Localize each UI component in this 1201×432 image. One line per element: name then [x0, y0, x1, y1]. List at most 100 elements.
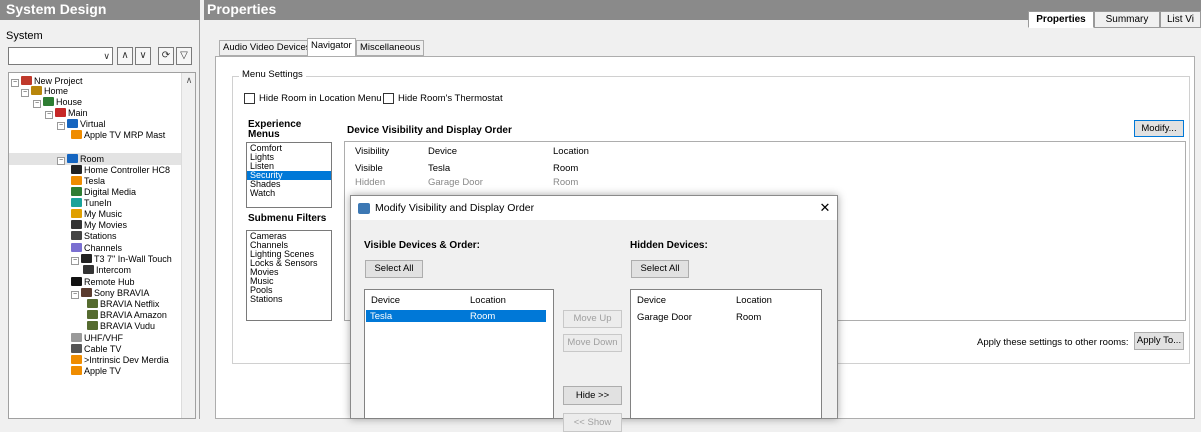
tab-audio-video-devices[interactable]: Audio Video Devices: [219, 40, 315, 56]
tree-item-label: UHF/VHF: [84, 333, 123, 343]
show-button[interactable]: << Show: [563, 413, 622, 432]
column-header-visibility[interactable]: Visibility: [355, 146, 389, 157]
select-all-hidden-button[interactable]: Select All: [631, 260, 689, 278]
tree-item[interactable]: Stations: [71, 230, 117, 242]
collapse-icon[interactable]: −: [71, 291, 79, 299]
tree-item-label: Remote Hub: [84, 277, 135, 287]
driver-icon: [71, 355, 82, 364]
stations-icon: [71, 231, 82, 240]
tree-item-label: Home: [44, 86, 69, 96]
tree-item-label: Apple TV MRP Mast: [84, 130, 166, 140]
move-down-button[interactable]: Move Down: [563, 334, 622, 352]
tree-item[interactable]: Apple TV: [71, 365, 121, 377]
floor-icon: [55, 108, 66, 117]
hide-room-label: Hide Room in Location Menu: [259, 93, 382, 104]
row-visibility: Hidden: [355, 177, 386, 188]
submenu-filters-list[interactable]: Cameras Channels Lighting Scenes Locks & Se…: [246, 230, 332, 321]
close-icon[interactable]: ✕: [817, 200, 833, 216]
app-icon: [358, 203, 370, 214]
tree-item-label: Channels: [84, 243, 123, 253]
experience-menus-list[interactable]: Comfort Lights Listen Security Shades Watch: [246, 142, 332, 208]
tree-item-label: House: [56, 97, 83, 107]
up-button[interactable]: ∧: [117, 47, 133, 65]
app-icon: [87, 321, 98, 330]
collapse-icon[interactable]: −: [57, 157, 65, 165]
list-item[interactable]: Stations: [247, 295, 331, 304]
tree-item-label: Sony BRAVIA: [94, 288, 150, 298]
tree-item-label: >Intrinsic Dev Merdia: [84, 355, 169, 365]
tree-item-label: BRAVIA Vudu: [100, 321, 156, 331]
movies-icon: [71, 220, 82, 229]
visible-row-device: Tesla: [370, 311, 393, 322]
list-item[interactable]: [366, 310, 546, 322]
hidden-devices-label: Hidden Devices:: [630, 240, 708, 251]
list-item[interactable]: Watch: [247, 189, 331, 198]
filter-button[interactable]: ▽: [176, 47, 192, 65]
room-icon: [67, 154, 78, 163]
tree-item-label: TuneIn: [84, 198, 112, 208]
hide-button[interactable]: Hide >>: [563, 386, 622, 405]
tree-item-label: Room: [80, 154, 105, 164]
menu-settings-label: Menu Settings: [239, 69, 306, 80]
select-all-visible-button[interactable]: Select All: [365, 260, 423, 278]
apply-label: Apply these settings to other rooms:: [977, 337, 1129, 348]
hide-thermostat-label: Hide Room's Thermostat: [398, 93, 503, 104]
down-button[interactable]: ∨: [135, 47, 151, 65]
column-header-device[interactable]: Device: [428, 146, 457, 157]
system-tree[interactable]: − New Project − Home − House − Main − Virtual Appl…: [8, 72, 196, 419]
visible-column-device[interactable]: Device: [371, 295, 400, 306]
row-device: Tesla: [428, 163, 451, 174]
modify-button[interactable]: Modify...: [1134, 120, 1184, 137]
collapse-icon[interactable]: −: [11, 79, 19, 87]
tree-item-label: My Music: [84, 209, 122, 219]
collapse-icon[interactable]: −: [33, 100, 41, 108]
tree-item[interactable]: Intercom: [83, 264, 131, 276]
visible-devices-list[interactable]: [364, 289, 554, 419]
tab-properties[interactable]: Properties: [1028, 11, 1094, 28]
collapse-icon[interactable]: −: [21, 89, 29, 97]
move-up-button[interactable]: Move Up: [563, 310, 622, 328]
tree-item-label: Intercom: [96, 265, 132, 275]
driver-icon: [71, 130, 82, 139]
collapse-icon[interactable]: −: [45, 111, 53, 119]
hide-thermostat-checkbox[interactable]: [383, 93, 394, 104]
hide-room-checkbox[interactable]: [244, 93, 255, 104]
row-location: Room: [553, 163, 579, 174]
tab-navigator[interactable]: Navigator: [307, 38, 356, 57]
visible-column-location[interactable]: Location: [470, 295, 506, 306]
system-combo[interactable]: ∨: [8, 47, 113, 65]
tree-scrollbar[interactable]: ∧: [181, 73, 195, 418]
tree-item[interactable]: Apple TV MRP Mast: [71, 129, 165, 141]
tree-item[interactable]: BRAVIA Vudu: [87, 320, 155, 332]
project-icon: [21, 76, 32, 85]
driver-icon: [71, 176, 82, 185]
chevron-down-icon: ∨: [103, 51, 110, 61]
collapse-icon[interactable]: −: [57, 122, 65, 130]
tab-summary[interactable]: Summary: [1094, 11, 1160, 28]
hidden-row-location: Room: [736, 312, 762, 323]
tab-miscellaneous[interactable]: Miscellaneous: [356, 40, 425, 56]
collapse-icon[interactable]: −: [71, 257, 79, 265]
tunein-icon: [71, 198, 82, 207]
submenu-filters-label: Submenu Filters: [248, 213, 327, 224]
device-visibility-label: Device Visibility and Display Order: [347, 125, 512, 136]
hidden-devices-list[interactable]: [630, 289, 822, 419]
column-header-location[interactable]: Location: [553, 146, 589, 157]
row-device: Garage Door: [428, 177, 483, 188]
hidden-column-location[interactable]: Location: [736, 295, 772, 306]
hidden-column-device[interactable]: Device: [637, 295, 666, 306]
tree-item-label: BRAVIA Amazon: [100, 310, 167, 320]
tree-item-label: My Movies: [84, 220, 128, 230]
tree-item-label: Home Controller HC8: [84, 165, 171, 175]
tree-item-label: Virtual: [80, 119, 106, 129]
tree-item-label: Digital Media: [84, 187, 137, 197]
app-icon: [87, 299, 98, 308]
apply-to-button[interactable]: Apply To...: [1134, 332, 1184, 350]
tree-item-label: Apple TV: [84, 366, 121, 376]
experience-menus-label: Experience Menus: [248, 120, 301, 140]
chevron-up-icon[interactable]: ∧: [182, 73, 195, 87]
refresh-button[interactable]: ⟳: [158, 47, 174, 65]
cable-icon: [71, 344, 82, 353]
controller-icon: [71, 165, 82, 174]
tab-list-view[interactable]: List Vi: [1160, 11, 1201, 28]
